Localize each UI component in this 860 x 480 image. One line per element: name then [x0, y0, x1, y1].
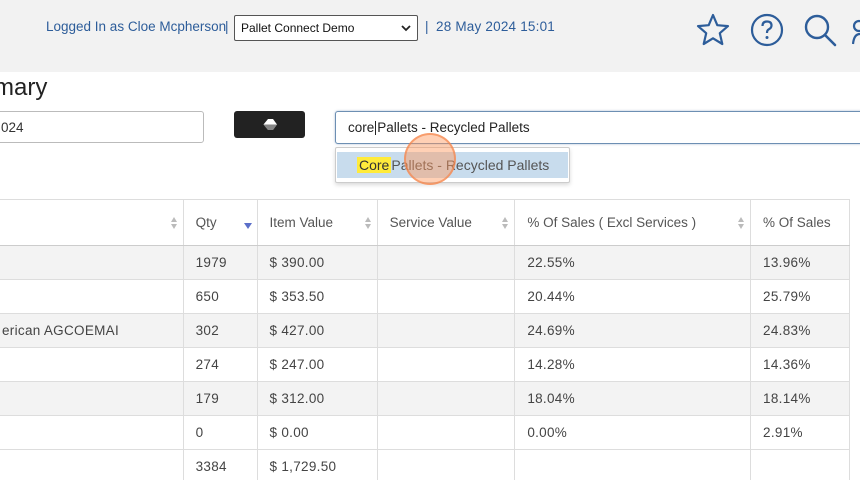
text-caret — [375, 120, 377, 135]
cell-qty: 650 — [183, 279, 258, 314]
cell-qty: 274 — [183, 347, 258, 382]
sort-icon — [738, 217, 745, 229]
cell-pct-sales: 18.14% — [750, 381, 850, 416]
cell-service-value — [377, 415, 516, 450]
cell-pct-sales: 25.79% — [750, 279, 850, 314]
logged-in-user: Logged In as Cloe Mcpherson — [46, 19, 227, 34]
eraser-icon — [263, 119, 277, 130]
total-pct-sales-excl — [514, 449, 752, 480]
header-separator: | — [225, 19, 229, 34]
total-pct-sales — [750, 449, 850, 480]
cell-name — [0, 381, 184, 416]
top-bar: Logged In as Cloe Mcpherson | Pallet Con… — [0, 0, 860, 72]
table-row[interactable]: 274 $ 247.00 14.28% 14.36% — [0, 347, 850, 382]
total-item-value: $ 1,729.50 — [257, 449, 378, 480]
click-indicator — [404, 133, 456, 185]
chevron-down-icon — [401, 25, 411, 32]
total-service-value — [377, 449, 516, 480]
cell-pct-sales: 13.96% — [750, 245, 850, 280]
user-icon[interactable] — [852, 12, 860, 48]
company-select[interactable]: Pallet Connect Demo — [234, 15, 418, 41]
total-qty: 3384 — [183, 449, 258, 480]
cell-name — [0, 245, 184, 280]
column-header-qty[interactable]: Qty — [183, 199, 258, 246]
cell-pct-sales-excl: 24.69% — [514, 313, 752, 348]
table-row[interactable]: 650 $ 353.50 20.44% 25.79% — [0, 279, 850, 314]
current-datetime: 28 May 2024 15:01 — [436, 19, 555, 34]
summary-table: Qty Item Value Service Value % Of Sales … — [0, 199, 850, 480]
cell-name — [0, 415, 184, 450]
clear-filter-button[interactable] — [234, 111, 305, 138]
cell-pct-sales-excl: 18.04% — [514, 381, 752, 416]
sort-icon — [502, 217, 509, 229]
table-row[interactable]: 179 $ 312.00 18.04% 18.14% — [0, 381, 850, 416]
table-row[interactable]: erican AGCOEMAI 302 $ 427.00 24.69% 24.8… — [0, 313, 850, 348]
autocomplete-match-highlight: Core — [357, 157, 392, 173]
column-header-service-value[interactable]: Service Value — [377, 199, 516, 246]
cell-qty: 0 — [183, 415, 258, 450]
sort-icon — [364, 217, 371, 229]
cell-name — [0, 279, 184, 314]
search-icon[interactable] — [802, 12, 838, 48]
cell-item-value: $ 247.00 — [257, 347, 378, 382]
cell-name — [0, 347, 184, 382]
cell-pct-sales-excl: 0.00% — [514, 415, 752, 450]
table-totals-row: 3384 $ 1,729.50 — [0, 449, 850, 480]
cell-service-value — [377, 245, 516, 280]
cell-item-value: $ 353.50 — [257, 279, 378, 314]
cell-item-value: $ 390.00 — [257, 245, 378, 280]
date-range-input[interactable]: 024 — [0, 111, 204, 143]
cell-pct-sales-excl: 22.55% — [514, 245, 752, 280]
column-header-name[interactable] — [0, 199, 184, 246]
cell-service-value — [377, 313, 516, 348]
column-header-pct-sales-excl[interactable]: % Of Sales ( Excl Services ) — [514, 199, 752, 246]
cell-pct-sales: 2.91% — [750, 415, 850, 450]
table-header-row: Qty Item Value Service Value % Of Sales … — [0, 199, 850, 246]
sort-desc-icon — [243, 223, 252, 229]
cell-service-value — [377, 381, 516, 416]
cell-qty: 179 — [183, 381, 258, 416]
search-typed-text: core — [348, 120, 375, 135]
cell-item-value: $ 312.00 — [257, 381, 378, 416]
header-separator: | — [425, 19, 429, 34]
search-autocomplete-text: Pallets - Recycled Pallets — [377, 120, 530, 135]
help-icon[interactable] — [749, 12, 785, 48]
cell-service-value — [377, 347, 516, 382]
table-row[interactable]: 0 $ 0.00 0.00% 2.91% — [0, 415, 850, 450]
cell-qty: 1979 — [183, 245, 258, 280]
page-title: mary — [0, 74, 48, 101]
cell-pct-sales-excl: 20.44% — [514, 279, 752, 314]
star-icon[interactable] — [695, 12, 731, 48]
cell-item-value: $ 0.00 — [257, 415, 378, 450]
company-select-value: Pallet Connect Demo — [241, 21, 355, 35]
table-row[interactable]: 1979 $ 390.00 22.55% 13.96% — [0, 245, 850, 280]
cell-pct-sales: 24.83% — [750, 313, 850, 348]
cell-pct-sales-excl: 14.28% — [514, 347, 752, 382]
cell-qty: 302 — [183, 313, 258, 348]
sort-icon — [170, 217, 177, 229]
total-name — [0, 449, 184, 480]
cell-item-value: $ 427.00 — [257, 313, 378, 348]
cell-name: erican AGCOEMAI — [0, 313, 184, 348]
column-header-item-value[interactable]: Item Value — [257, 199, 378, 246]
cell-pct-sales: 14.36% — [750, 347, 850, 382]
cell-service-value — [377, 279, 516, 314]
column-header-pct-sales[interactable]: % Of Sales — [750, 199, 850, 246]
